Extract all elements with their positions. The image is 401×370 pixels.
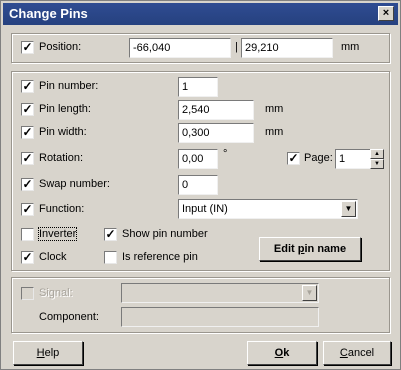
clock-label: Clock <box>39 251 67 263</box>
pin-number-checkbox[interactable]: ✓ <box>21 80 34 93</box>
page-input[interactable]: 1 <box>335 149 371 169</box>
page-spin-down-icon[interactable]: ▼ <box>370 159 384 169</box>
rotation-label: Rotation: <box>39 152 84 164</box>
edit-pin-name-label-accel: p <box>297 243 305 255</box>
edit-pin-name-button[interactable]: Edit pin name <box>259 237 361 261</box>
pin-width-checkbox[interactable]: ✓ <box>21 126 34 139</box>
ok-button[interactable]: Ok <box>247 341 317 365</box>
edit-pin-name-label-post: in name <box>304 243 347 255</box>
is-reference-pin-checkbox[interactable] <box>104 251 117 264</box>
pin-number-input[interactable]: 1 <box>178 77 218 97</box>
help-button[interactable]: Help <box>13 341 83 365</box>
ok-label-rest: k <box>283 347 290 359</box>
signal-label: Signal: <box>39 287 73 299</box>
rotation-unit: ° <box>223 148 228 160</box>
is-reference-pin-label: Is reference pin <box>122 251 198 263</box>
chevron-down-icon[interactable]: ▼ <box>341 201 356 217</box>
swap-number-checkbox[interactable]: ✓ <box>21 178 34 191</box>
signal-chevron-down-icon[interactable]: ▼ <box>302 285 317 301</box>
cancel-label-rest: ancel <box>347 347 375 359</box>
page-spin-up-icon[interactable]: ▲ <box>370 149 384 159</box>
swap-number-input[interactable]: 0 <box>178 175 218 195</box>
pin-number-label: Pin number: <box>39 80 99 92</box>
pin-length-checkbox[interactable]: ✓ <box>21 103 34 116</box>
ok-label-accel: O <box>274 347 284 359</box>
pin-width-input[interactable]: 0,300 <box>178 123 254 143</box>
change-pins-dialog: Change Pins × ✓ Position: -66,040 | 29,2… <box>0 0 401 370</box>
position-label: Position: <box>39 41 82 53</box>
position-y-input[interactable]: 29,210 <box>241 38 333 58</box>
pin-length-unit: mm <box>265 103 284 115</box>
help-label-rest: elp <box>44 347 60 359</box>
cancel-button[interactable]: Cancel <box>323 341 391 365</box>
function-label: Function: <box>39 203 85 215</box>
rotation-checkbox[interactable]: ✓ <box>21 152 34 165</box>
pin-length-input[interactable]: 2,540 <box>178 100 254 120</box>
show-pin-number-checkbox[interactable]: ✓ <box>104 228 117 241</box>
inverter-label: Inverter <box>37 227 78 241</box>
edit-pin-name-label-pre: Edit <box>273 243 298 255</box>
position-x-input[interactable]: -66,040 <box>129 38 231 58</box>
position-unit: mm <box>341 41 360 53</box>
page-checkbox[interactable]: ✓ <box>287 152 300 165</box>
pin-width-unit: mm <box>265 126 284 138</box>
signal-select[interactable]: ▼ <box>121 283 319 303</box>
dialog-title: Change Pins <box>9 6 88 21</box>
pin-length-label: Pin length: <box>39 103 91 115</box>
pin-width-label: Pin width: <box>39 126 87 138</box>
page-label: Page: <box>304 152 333 164</box>
show-pin-number-label: Show pin number <box>122 228 208 240</box>
function-checkbox[interactable]: ✓ <box>21 203 34 216</box>
title-bar: Change Pins × <box>3 3 398 25</box>
signal-checkbox[interactable] <box>21 287 34 300</box>
swap-number-label: Swap number: <box>39 178 110 190</box>
close-icon[interactable]: × <box>378 6 394 21</box>
inverter-checkbox[interactable] <box>21 228 34 241</box>
clock-checkbox[interactable]: ✓ <box>21 251 34 264</box>
function-select-value: Input (IN) <box>182 203 228 215</box>
position-checkbox[interactable]: ✓ <box>21 41 34 54</box>
position-separator: | <box>235 41 238 53</box>
component-label: Component: <box>39 311 99 323</box>
help-label-accel: H <box>36 347 45 359</box>
cancel-label-accel: C <box>339 347 348 359</box>
component-field <box>121 307 319 327</box>
function-select[interactable]: Input (IN) ▼ <box>178 199 358 219</box>
rotation-input[interactable]: 0,00 <box>178 149 218 169</box>
